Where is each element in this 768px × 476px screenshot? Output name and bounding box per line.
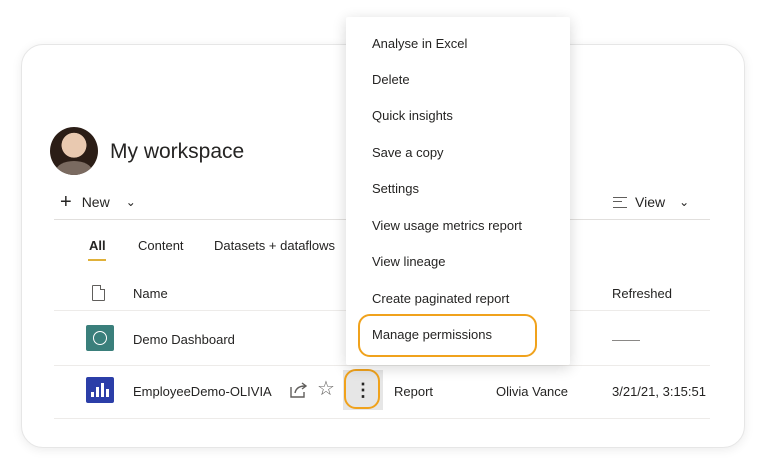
- row-divider: [54, 418, 710, 419]
- report-icon: [86, 377, 114, 403]
- dashboard-icon: [86, 325, 114, 351]
- share-icon[interactable]: [289, 381, 309, 399]
- table-row-refreshed: 3/21/21, 3:15:51: [612, 384, 706, 399]
- menu-item-view-usage-metrics-report[interactable]: View usage metrics report: [372, 218, 522, 233]
- active-tab-underline: [88, 259, 106, 261]
- menu-item-settings[interactable]: Settings: [372, 181, 419, 196]
- new-button[interactable]: + New ⌄: [60, 191, 136, 213]
- view-button[interactable]: View ⌄: [613, 194, 689, 210]
- row-divider: [54, 365, 710, 366]
- menu-item-save-a-copy[interactable]: Save a copy: [372, 145, 444, 160]
- chevron-down-icon: ⌄: [679, 195, 690, 209]
- menu-item-analyse-in-excel[interactable]: Analyse in Excel: [372, 36, 467, 51]
- menu-item-view-lineage[interactable]: View lineage: [372, 254, 445, 269]
- context-menu: Analyse in Excel Delete Quick insights S…: [346, 17, 570, 365]
- highlight-ring-manage-permissions: [358, 314, 537, 357]
- plus-icon: +: [60, 191, 72, 213]
- tab-datasets-dataflows[interactable]: Datasets + dataflows: [214, 238, 335, 253]
- column-header-name[interactable]: Name: [133, 286, 168, 301]
- refreshed-empty-dash: [612, 340, 640, 341]
- menu-item-delete[interactable]: Delete: [372, 72, 410, 87]
- table-row-owner: Olivia Vance: [496, 384, 569, 399]
- chevron-down-icon: ⌄: [125, 195, 136, 209]
- menu-item-create-paginated-report[interactable]: Create paginated report: [372, 291, 509, 306]
- menu-item-quick-insights[interactable]: Quick insights: [372, 108, 453, 123]
- new-button-label: New: [81, 194, 110, 210]
- highlight-ring-more-options: [344, 369, 380, 409]
- star-icon[interactable]: ☆: [317, 379, 335, 399]
- document-icon: [92, 285, 105, 301]
- column-header-refreshed[interactable]: Refreshed: [612, 286, 672, 301]
- table-row-type: Report: [394, 384, 434, 399]
- view-lines-icon: [613, 196, 627, 208]
- table-row-name[interactable]: Demo Dashboard: [133, 332, 235, 347]
- avatar: [50, 127, 98, 175]
- tab-content[interactable]: Content: [138, 238, 184, 253]
- view-button-label: View: [635, 194, 666, 210]
- page-title: My workspace: [110, 140, 245, 163]
- tab-all[interactable]: All: [89, 238, 106, 253]
- table-row-name[interactable]: EmployeeDemo-OLIVIA: [133, 384, 272, 399]
